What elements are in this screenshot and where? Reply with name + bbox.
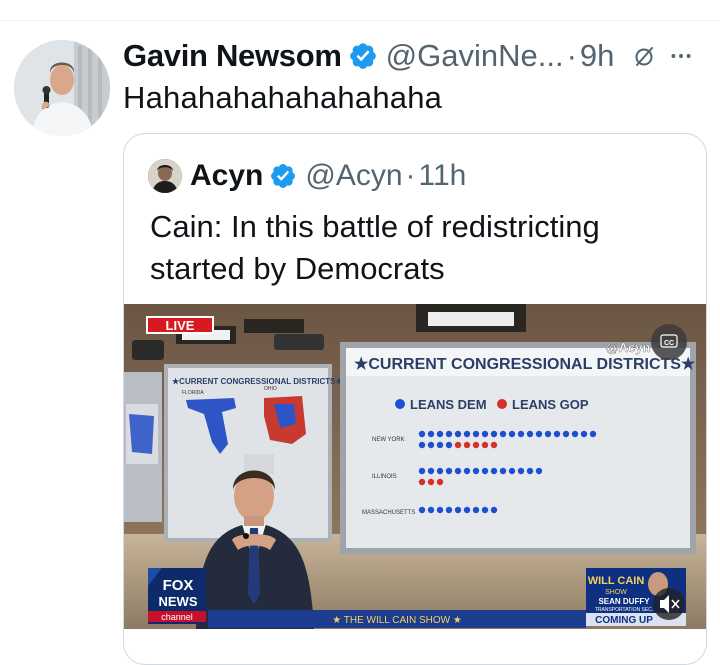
district-dot xyxy=(436,478,444,486)
quoted-tweet-card[interactable]: Acyn @Acyn · 11h Cain: In this battle of… xyxy=(123,133,707,665)
district-dot xyxy=(490,467,498,475)
district-dot xyxy=(463,430,471,438)
left-board-ohio: OHIO xyxy=(264,386,277,392)
quoted-author-handle[interactable]: @Acyn xyxy=(305,159,402,193)
quoted-author-avatar[interactable] xyxy=(148,159,182,193)
district-dot xyxy=(427,467,435,475)
district-dot xyxy=(445,506,453,514)
district-dot xyxy=(499,467,507,475)
verified-badge-icon xyxy=(271,164,296,188)
author-name[interactable]: Gavin Newsom xyxy=(123,38,342,74)
author-avatar[interactable] xyxy=(14,40,110,136)
promo-show-subname: SHOW xyxy=(605,589,627,596)
district-dot xyxy=(481,430,489,438)
district-dot xyxy=(490,441,498,449)
district-dot xyxy=(418,441,426,449)
district-dot xyxy=(526,467,534,475)
district-dot xyxy=(454,430,462,438)
live-badge: LIVE xyxy=(166,318,195,333)
district-dot xyxy=(427,430,435,438)
video-watermark: @Acyn xyxy=(606,340,651,355)
district-dot xyxy=(544,430,552,438)
channel-logo-text: channel xyxy=(161,612,193,622)
district-dot xyxy=(472,441,480,449)
tweet-text: Hahahahahahahahaha xyxy=(123,80,443,115)
district-dot xyxy=(490,506,498,514)
fox-logo-text: FOX xyxy=(163,577,194,594)
district-dot xyxy=(445,441,453,449)
district-dot xyxy=(508,430,516,438)
district-dot xyxy=(580,430,588,438)
district-dot xyxy=(526,430,534,438)
legend-dem: LEANS DEM xyxy=(410,397,487,412)
verified-badge-icon xyxy=(349,43,376,69)
district-dot xyxy=(454,441,462,449)
district-dot xyxy=(445,430,453,438)
quoted-tweet-header: Acyn @Acyn · 11h xyxy=(148,158,466,194)
more-options-icon[interactable] xyxy=(668,43,694,69)
show-banner: ★ THE WILL CAIN SHOW ★ xyxy=(332,615,462,626)
district-dot xyxy=(499,430,507,438)
district-dot xyxy=(472,506,480,514)
district-dot xyxy=(436,506,444,514)
district-dot xyxy=(454,467,462,475)
board-title: ★CURRENT CONGRESSIONAL DISTRICTS★ xyxy=(354,356,696,373)
row-label-massachusetts: MASSACHUSETTS xyxy=(362,510,415,516)
district-dot xyxy=(463,467,471,475)
header-separator: · xyxy=(566,38,577,73)
district-dot xyxy=(517,430,525,438)
quoted-timestamp[interactable]: 11h xyxy=(419,159,467,193)
district-dot xyxy=(454,506,462,514)
district-dot xyxy=(571,430,579,438)
district-dot xyxy=(490,430,498,438)
district-dot xyxy=(463,506,471,514)
quoted-author-name[interactable]: Acyn xyxy=(190,159,263,193)
left-board-title: ★CURRENT CONGRESSIONAL DISTRICTS★ xyxy=(172,377,343,386)
promo-coming-up: COMING UP xyxy=(595,615,653,626)
district-dot xyxy=(472,467,480,475)
author-handle[interactable]: @GavinNe... xyxy=(386,38,564,74)
promo-guest: SEAN DUFFY xyxy=(598,597,650,606)
district-dot xyxy=(418,467,426,475)
district-dot xyxy=(436,441,444,449)
district-dot xyxy=(481,506,489,514)
district-dot xyxy=(562,430,570,438)
row-label-new-york: NEW YORK xyxy=(372,437,405,443)
promo-show-name: WILL CAIN xyxy=(588,575,645,587)
left-board-florida: FLORIDA xyxy=(182,390,204,396)
district-dot xyxy=(481,441,489,449)
district-dot xyxy=(418,506,426,514)
district-dot xyxy=(427,478,435,486)
district-dot xyxy=(436,467,444,475)
district-dot xyxy=(508,467,516,475)
district-dot xyxy=(418,478,426,486)
district-dot xyxy=(481,467,489,475)
district-dot xyxy=(472,430,480,438)
tweet-header: Gavin Newsom @GavinNe... · 9h xyxy=(123,34,710,78)
district-dot xyxy=(418,430,426,438)
district-dot xyxy=(553,430,561,438)
quoted-header-separator: · xyxy=(405,159,416,192)
promo-role: TRANSPORTATION SEC. xyxy=(595,607,653,613)
district-dot xyxy=(535,467,543,475)
district-dot xyxy=(589,430,597,438)
district-dot xyxy=(427,441,435,449)
top-divider xyxy=(0,20,720,21)
legend-gop: LEANS GOP xyxy=(512,397,589,412)
district-dot xyxy=(463,441,471,449)
district-dot xyxy=(427,506,435,514)
video-player[interactable]: ★CURRENT CONGRESSIONAL DISTRICTS★ FLORID… xyxy=(124,304,706,629)
grok-icon[interactable] xyxy=(632,44,656,68)
video-frame: ★CURRENT CONGRESSIONAL DISTRICTS★ FLORID… xyxy=(124,304,706,629)
cc-label: CC xyxy=(664,340,674,347)
district-dot xyxy=(445,467,453,475)
quoted-tweet-text: Cain: In this battle of redistricting st… xyxy=(150,209,600,286)
district-dot xyxy=(535,430,543,438)
district-dot xyxy=(436,430,444,438)
tweet-timestamp[interactable]: 9h xyxy=(580,38,614,74)
news-logo-text: NEWS xyxy=(159,594,198,609)
district-dot xyxy=(517,467,525,475)
row-label-illinois: ILLINOIS xyxy=(372,474,397,480)
